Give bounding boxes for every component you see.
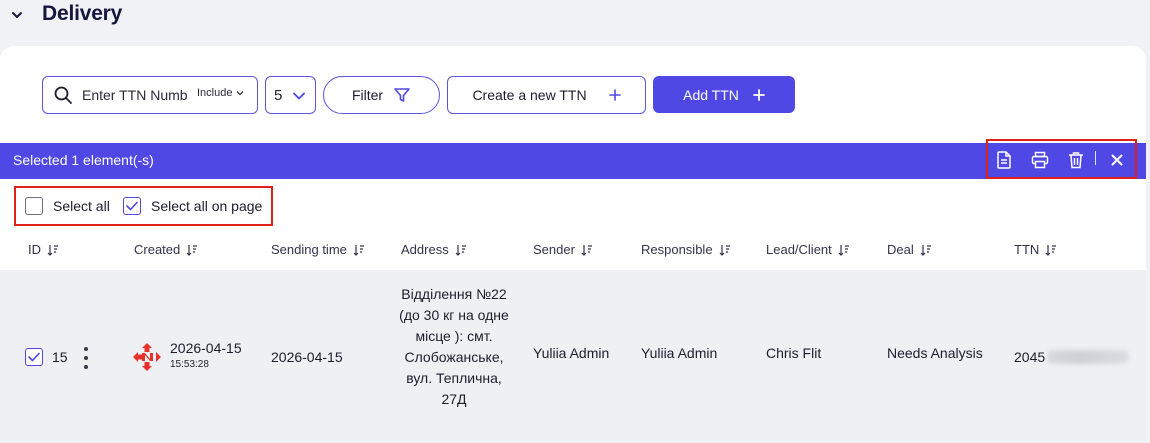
column-label: Address <box>401 242 449 257</box>
chevron-down-icon <box>293 92 305 100</box>
column-header-lead-client[interactable]: Lead/Client <box>766 242 850 257</box>
column-header-responsible[interactable]: Responsible <box>641 242 731 257</box>
address: Відділення №22 (до 30 кг на одне місце )… <box>399 286 509 407</box>
select-all-on-page-option[interactable]: Select all on page <box>123 197 262 215</box>
create-ttn-button[interactable]: Create a new TTN <box>447 76 646 114</box>
plus-icon <box>608 89 621 101</box>
sort-icon[interactable] <box>719 244 731 256</box>
plus-icon <box>752 88 765 101</box>
column-label: Deal <box>887 242 914 257</box>
sort-icon[interactable] <box>1045 244 1057 256</box>
sort-icon[interactable] <box>47 244 59 256</box>
ttn-search-field[interactable]: Include <box>42 76 258 114</box>
printer-icon[interactable] <box>1031 151 1049 169</box>
ttn-redacted <box>1047 350 1129 364</box>
sort-icon[interactable] <box>838 244 850 256</box>
column-header-id[interactable]: ID <box>28 242 59 257</box>
sort-icon[interactable] <box>455 244 467 256</box>
document-icon[interactable] <box>995 151 1013 169</box>
sender: Yuliia Admin <box>533 345 610 361</box>
table-row[interactable]: 15 2026-04-15 15:53:28 2026-04-15 Відділ… <box>0 270 1146 443</box>
column-header-created[interactable]: Created <box>134 242 198 257</box>
add-ttn-button[interactable]: Add TTN <box>653 76 795 113</box>
page-size-select[interactable]: 5 <box>265 76 316 114</box>
sort-icon[interactable] <box>353 244 365 256</box>
deal[interactable]: Needs Analysis <box>887 345 983 361</box>
search-icon <box>53 85 73 105</box>
column-label: Lead/Client <box>766 242 832 257</box>
column-header-address[interactable]: Address <box>401 242 467 257</box>
column-label: Sending time <box>271 242 347 257</box>
ttn-number[interactable]: 2045 <box>1014 349 1045 365</box>
selection-count-text: Selected 1 element(-s) <box>13 152 154 168</box>
select-all-label: Select all <box>53 198 110 214</box>
select-options-group: Select all Select all on page <box>14 186 273 226</box>
nova-poshta-logo <box>132 342 162 372</box>
column-label: Sender <box>533 242 575 257</box>
column-header-sending-time[interactable]: Sending time <box>271 242 365 257</box>
column-label: Created <box>134 242 181 257</box>
create-ttn-label: Create a new TTN <box>472 87 587 103</box>
check-icon <box>126 201 138 211</box>
column-header-deal[interactable]: Deal <box>887 242 932 257</box>
section-title: Delivery <box>42 2 123 25</box>
check-icon <box>28 352 40 362</box>
close-icon[interactable] <box>1108 151 1126 169</box>
lead-client[interactable]: Chris Flit <box>766 345 821 361</box>
add-ttn-label: Add TTN <box>683 86 739 103</box>
column-label: Responsible <box>641 242 713 257</box>
sending-time: 2026-04-15 <box>271 349 343 365</box>
include-select[interactable]: Include <box>197 87 244 99</box>
select-all-option[interactable]: Select all <box>25 197 110 215</box>
filter-button[interactable]: Filter <box>323 76 440 114</box>
chevron-down-icon <box>237 91 244 96</box>
filter-icon <box>394 88 410 102</box>
created-date: 2026-04-15 <box>170 340 242 356</box>
kebab-menu-icon[interactable] <box>80 347 92 369</box>
column-header-ttn[interactable]: TTN <box>1014 242 1057 257</box>
row-id: 15 <box>52 349 68 365</box>
actions-divider <box>1095 151 1096 165</box>
page-size-value: 5 <box>274 87 283 104</box>
created-time: 15:53:28 <box>170 359 209 370</box>
sort-icon[interactable] <box>920 244 932 256</box>
sort-icon[interactable] <box>186 244 198 256</box>
select-all-checkbox[interactable] <box>25 197 43 215</box>
responsible: Yuliia Admin <box>641 345 718 361</box>
delivery-card: Include 5 Filter Create a new TTN Add TT… <box>0 46 1146 443</box>
collapse-chevron-icon[interactable] <box>9 7 25 23</box>
column-label: ID <box>28 242 41 257</box>
select-all-on-page-label: Select all on page <box>151 198 263 214</box>
column-label: TTN <box>1014 242 1040 257</box>
bulk-actions-group <box>986 139 1137 179</box>
select-all-on-page-checkbox[interactable] <box>123 197 141 215</box>
selection-bar: Selected 1 element(-s) <box>0 139 1146 179</box>
sort-icon[interactable] <box>581 244 593 256</box>
trash-icon[interactable] <box>1067 151 1085 169</box>
section-header: Delivery <box>0 0 1150 34</box>
filter-button-label: Filter <box>351 87 384 103</box>
include-select-label: Include <box>197 87 233 99</box>
ttn-search-input[interactable] <box>82 86 188 104</box>
row-checkbox[interactable] <box>25 348 43 366</box>
column-header-sender[interactable]: Sender <box>533 242 593 257</box>
